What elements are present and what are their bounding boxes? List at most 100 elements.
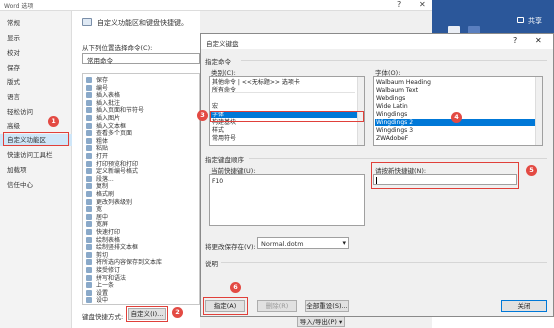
command-label: 复制 <box>96 183 109 191</box>
command-label: 剪切 <box>96 251 109 259</box>
nav-item-trust-center[interactable]: 信任中心 <box>0 179 72 191</box>
command-label: 设置 <box>96 289 109 297</box>
command-label: 快速打印 <box>96 229 121 236</box>
save-in-label: 将更改保存在(V): <box>205 243 256 251</box>
dialog-close-icon[interactable]: ✕ <box>535 36 542 45</box>
category-item[interactable]: 样式 <box>212 127 224 134</box>
command-label: 绘制表格 <box>96 236 121 244</box>
command-item[interactable]: 设中 <box>86 297 108 305</box>
outer-help-icon[interactable]: ? <box>397 0 401 9</box>
font-item[interactable]: ZWAdobeF <box>376 135 408 142</box>
command-icon <box>86 168 92 175</box>
fonts-scrollbar[interactable] <box>535 77 542 145</box>
nav-item-quick-access[interactable]: 快速访问工具栏 <box>0 149 72 161</box>
command-icon <box>86 137 92 144</box>
dialog-help-icon[interactable]: ? <box>513 36 517 45</box>
current-key-item[interactable]: F10 <box>212 178 223 185</box>
command-label: 查看多个页面 <box>96 130 133 138</box>
keyboard-shortcut-label: 键盘快捷方式: <box>82 313 124 321</box>
chevron-down-icon: ▾ <box>342 239 346 247</box>
command-label: 更改列表级别 <box>96 198 133 206</box>
close-dialog-button[interactable]: 关闭 <box>501 300 547 312</box>
categories-separator <box>211 92 355 93</box>
font-item[interactable]: Walbaum Text <box>376 87 418 94</box>
command-icon <box>86 221 92 228</box>
command-label: 宽 <box>96 206 103 214</box>
nav-item-display[interactable]: 显示 <box>0 32 72 44</box>
command-label: 将所选内容保存到文本库 <box>96 259 163 267</box>
command-label: 打开 <box>96 153 109 160</box>
command-icon <box>86 145 92 152</box>
highlight-assign-button <box>203 297 248 315</box>
nav-item-proofing[interactable]: 校对 <box>0 47 72 59</box>
current-keys-listbox[interactable]: F10 <box>209 174 365 226</box>
font-item[interactable]: Wingdings 3 <box>376 127 413 134</box>
save-in-dropdown[interactable]: Normal.dotm ▾ <box>257 237 349 249</box>
command-label: 插入图片 <box>96 115 121 122</box>
reset-all-button[interactable]: 全部重设(S)... <box>305 300 349 312</box>
command-icon <box>86 289 92 296</box>
outer-close-icon[interactable]: ✕ <box>419 0 426 9</box>
command-label: 保存 <box>96 77 109 84</box>
nav-item-layout[interactable]: 版式 <box>0 76 72 88</box>
command-icon <box>86 282 92 289</box>
nav-item-save[interactable]: 保存 <box>0 62 72 74</box>
command-label: 定义新编号格式 <box>96 168 139 176</box>
command-icon <box>86 107 92 114</box>
category-item[interactable]: 宏 <box>212 103 218 110</box>
font-item[interactable]: Wingdings <box>376 111 407 118</box>
font-item[interactable]: Webdings <box>376 95 405 102</box>
nav-item-general[interactable]: 常规 <box>0 17 72 29</box>
dialog-title-bar: 自定义键盘 ? ✕ <box>201 34 553 49</box>
choose-commands-dropdown[interactable]: 常用命令 <box>82 53 200 65</box>
description-divider <box>221 262 547 263</box>
step-badge-5: 5 <box>526 165 537 176</box>
category-item[interactable]: 常用符号 <box>212 135 236 142</box>
command-icon <box>86 191 92 197</box>
command-icon <box>86 175 92 182</box>
command-icon <box>86 229 92 235</box>
highlight-customize-ribbon <box>3 132 69 146</box>
dialog-title: 自定义键盘 <box>206 40 239 48</box>
command-label: 粗体 <box>96 137 109 145</box>
highlight-customize-button <box>126 306 168 322</box>
command-icon <box>86 244 92 251</box>
category-item[interactable]: 其他命令 | <<无标题>> 选项卡 <box>212 79 300 86</box>
command-icon <box>86 99 92 106</box>
fonts-listbox[interactable]: Walbaum Heading Walbaum Text Webdings Wi… <box>373 76 543 146</box>
nav-item-advanced[interactable]: 高级 <box>0 120 72 132</box>
font-item[interactable]: Walbaum Heading <box>376 79 431 86</box>
command-label: 上一条 <box>96 282 115 290</box>
step-badge-6: 6 <box>230 282 241 293</box>
step-badge-3: 3 <box>197 110 208 121</box>
command-label: 插入页面和节符号 <box>96 107 145 115</box>
highlight-font-category <box>210 111 364 122</box>
step-badge-2: 2 <box>172 307 183 318</box>
nav-item-accessibility[interactable]: 轻松访问 <box>0 106 72 118</box>
highlight-new-key <box>371 162 519 189</box>
remove-button[interactable]: 删除(R) <box>257 300 297 312</box>
nav-item-addins[interactable]: 加载项 <box>0 164 72 176</box>
nav-item-language[interactable]: 语言 <box>0 91 72 103</box>
customize-keyboard-dialog: 自定义键盘 ? ✕ 指定命令 类别(C): 其他命令 | <<无标题>> 选项卡… <box>197 33 554 317</box>
word-share-button[interactable]: 共享 <box>528 16 542 26</box>
command-label: 打印预览和打印 <box>96 160 139 168</box>
font-item[interactable]: Wide Latin <box>376 103 408 110</box>
command-label: 插入文本框 <box>96 122 127 130</box>
command-label: 设中 <box>96 297 109 305</box>
command-icon <box>86 259 92 266</box>
command-icon <box>86 115 92 121</box>
specify-keys-heading: 指定键盘顺序 <box>205 156 244 164</box>
command-label: 格式刷 <box>96 191 115 198</box>
description-label: 说明 <box>205 260 218 268</box>
command-icon <box>86 267 92 273</box>
command-icon <box>86 160 92 167</box>
choose-commands-value: 常用命令 <box>87 57 113 65</box>
command-label: 拼写和语法 <box>96 274 127 282</box>
command-label: 粘贴 <box>96 145 109 153</box>
command-icon <box>86 274 92 281</box>
command-icon <box>86 84 92 91</box>
command-icon <box>86 77 92 83</box>
import-export-button[interactable]: 导入/导出(P) ▾ <box>297 316 345 327</box>
command-icon <box>86 183 92 190</box>
